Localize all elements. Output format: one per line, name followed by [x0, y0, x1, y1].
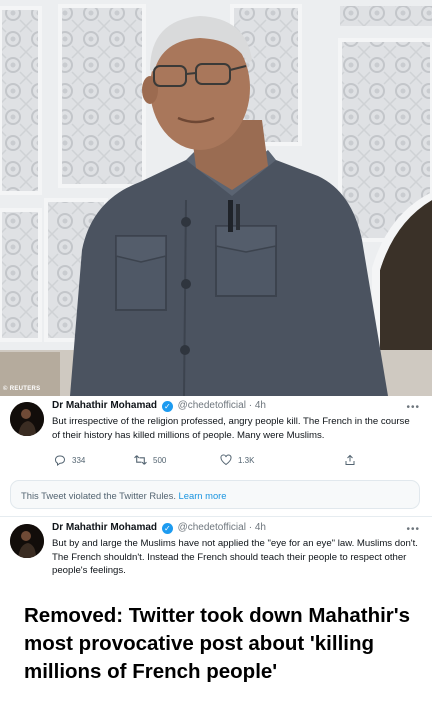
rules-violation-notice: This Tweet violated the Twitter Rules. L… [10, 480, 420, 509]
tweet-time[interactable]: 4h [255, 400, 266, 411]
tweet-text: But irrespective of the religion profess… [52, 416, 410, 441]
removed-tweet[interactable]: Dr Mahathir Mohamad ✓ @chedetofficial · … [0, 396, 432, 480]
reply-button[interactable]: 334 [54, 454, 85, 466]
separator-dot: · [248, 522, 253, 533]
more-icon[interactable]: ••• [406, 524, 420, 535]
reply-count: 334 [72, 455, 86, 465]
author-handle[interactable]: @chedetofficial [178, 522, 246, 533]
retweet-count: 500 [153, 455, 167, 465]
avatar[interactable] [10, 524, 44, 558]
avatar[interactable] [10, 402, 44, 436]
divider [0, 516, 432, 517]
tweet-actions: 334 500 1.3K [52, 454, 362, 468]
author-name[interactable]: Dr Mahathir Mohamad [52, 400, 157, 411]
tweet-time[interactable]: 4h [255, 522, 266, 533]
retweet-button[interactable]: 500 [134, 454, 166, 466]
more-icon[interactable]: ••• [406, 402, 420, 413]
share-icon [344, 454, 356, 466]
tweet-header: Dr Mahathir Mohamad ✓ @chedetofficial · … [52, 522, 266, 534]
author-handle[interactable]: @chedetofficial [178, 400, 246, 411]
retweet-icon [134, 454, 147, 466]
author-name[interactable]: Dr Mahathir Mohamad [52, 522, 157, 533]
share-button[interactable] [344, 454, 356, 466]
separator-dot: · [248, 400, 253, 411]
learn-more-link[interactable]: Learn more [179, 490, 227, 501]
violation-text: This Tweet violated the Twitter Rules. [21, 490, 176, 501]
photo-credit: © REUTERS [3, 386, 41, 392]
tweet-header: Dr Mahathir Mohamad ✓ @chedetofficial · … [52, 400, 266, 412]
like-count: 1.3K [238, 455, 255, 465]
tweet[interactable]: Dr Mahathir Mohamad ✓ @chedetofficial · … [0, 518, 432, 590]
reply-icon [54, 454, 66, 466]
verified-icon: ✓ [161, 401, 173, 412]
article-caption: Removed: Twitter took down Mahathir's mo… [24, 604, 411, 683]
like-icon [220, 454, 232, 466]
verified-icon: ✓ [161, 523, 173, 534]
like-button[interactable]: 1.3K [220, 454, 254, 466]
news-photo: © REUTERS [0, 0, 432, 396]
tweet-text: But by and large the Muslims have not ap… [52, 538, 418, 576]
